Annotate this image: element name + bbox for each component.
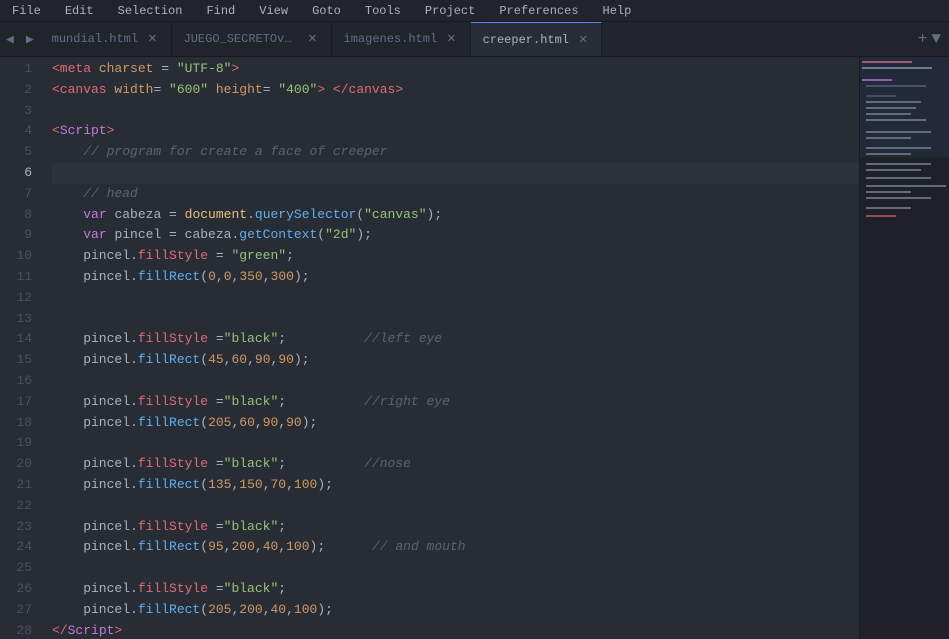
tab-creeper-label: creeper.html [483,33,569,47]
menu-edit[interactable]: Edit [61,4,98,18]
code-line-11: pincel.fillRect(0,0,350,300); [52,267,859,288]
code-line-3 [52,101,859,122]
code-line-25 [52,558,859,579]
menu-tools[interactable]: Tools [361,4,405,18]
code-line-15: pincel.fillRect(45,60,90,90); [52,350,859,371]
menu-help[interactable]: Help [599,4,636,18]
code-line-28: </Script> [52,621,859,639]
code-line-6 [52,163,859,184]
code-line-22 [52,496,859,517]
code-line-13 [52,309,859,330]
code-line-17: pincel.fillStyle ="black"; //right eye [52,392,859,413]
tab-nav-next[interactable]: ▶ [20,22,40,56]
code-line-21: pincel.fillRect(135,150,70,100); [52,475,859,496]
code-line-10: pincel.fillStyle = "green"; [52,246,859,267]
new-tab-icon[interactable]: + [918,30,928,48]
editor-main: 12345 6 7891011 1213141516 1718192021 22… [0,57,859,639]
code-area[interactable]: <meta charset = "UTF-8"> <canvas width= … [44,57,859,639]
tab-imagenes[interactable]: imagenes.html ✕ [332,22,471,56]
tab-nav-prev[interactable]: ◀ [0,22,20,56]
tab-creeper[interactable]: creeper.html ✕ [471,22,603,56]
code-line-12 [52,288,859,309]
code-line-23: pincel.fillStyle ="black"; [52,517,859,538]
code-line-4: <Script> [52,121,859,142]
line-numbers: 12345 6 7891011 1213141516 1718192021 22… [0,57,44,639]
tab-bar: ◀ ▶ mundial.html ✕ JUEGO_SECRETOv4.html … [0,22,949,57]
code-line-2: <canvas width= "600" height= "400"> </ca… [52,80,859,101]
tab-actions[interactable]: + ▼ [910,22,949,56]
code-line-1: <meta charset = "UTF-8"> [52,59,859,80]
tab-creeper-close[interactable]: ✕ [577,31,589,49]
minimap-svg [860,57,949,617]
code-line-20: pincel.fillStyle ="black"; //nose [52,454,859,475]
menu-goto[interactable]: Goto [308,4,345,18]
code-line-9: var pincel = cabeza.getContext("2d"); [52,225,859,246]
code-line-7: // head [52,184,859,205]
code-line-27: pincel.fillRect(205,200,40,100); [52,600,859,621]
menu-file[interactable]: File [8,4,45,18]
code-line-14: pincel.fillStyle ="black"; //left eye [52,329,859,350]
tab-mundial-label: mundial.html [52,32,138,46]
menu-preferences[interactable]: Preferences [495,4,582,18]
menu-selection[interactable]: Selection [114,4,187,18]
tab-juego[interactable]: JUEGO_SECRETOv4.html ✕ [172,22,332,56]
minimap[interactable] [859,57,949,639]
menu-find[interactable]: Find [202,4,239,18]
tab-mundial-close[interactable]: ✕ [146,30,158,48]
menu-bar: File Edit Selection Find View Goto Tools… [0,0,949,22]
code-line-26: pincel.fillStyle ="black"; [52,579,859,600]
code-line-18: pincel.fillRect(205,60,90,90); [52,413,859,434]
tab-juego-label: JUEGO_SECRETOv4.html [184,32,299,46]
tab-overflow-icon[interactable]: ▼ [931,30,941,48]
tab-juego-close[interactable]: ✕ [306,30,318,48]
menu-view[interactable]: View [255,4,292,18]
code-line-5: // program for create a face of creeper [52,142,859,163]
tab-mundial[interactable]: mundial.html ✕ [40,22,172,56]
code-line-24: pincel.fillRect(95,200,40,100); // and m… [52,537,859,558]
code-line-8: var cabeza = document.querySelector("can… [52,205,859,226]
editor-container: 12345 6 7891011 1213141516 1718192021 22… [0,57,949,639]
menu-project[interactable]: Project [421,4,479,18]
tab-imagenes-label: imagenes.html [344,32,438,46]
code-line-19 [52,433,859,454]
code-line-16 [52,371,859,392]
tab-imagenes-close[interactable]: ✕ [445,30,457,48]
